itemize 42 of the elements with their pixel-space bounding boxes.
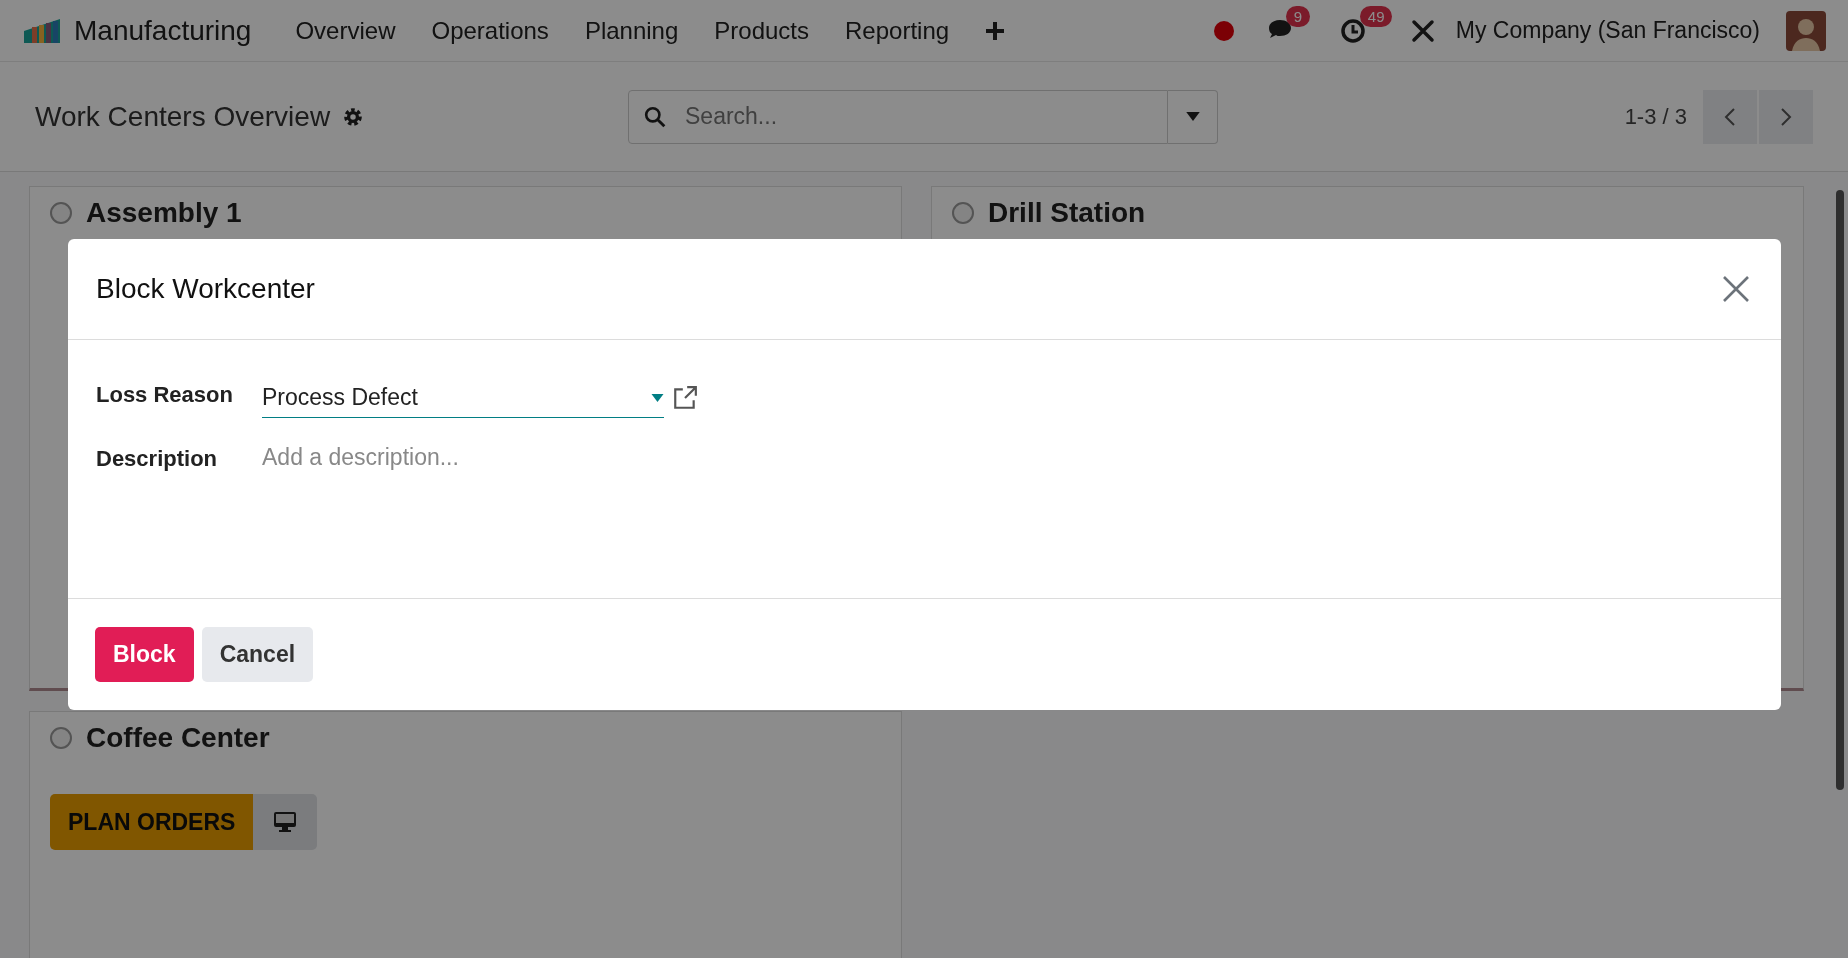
caret-icon [1185, 112, 1200, 121]
dialog-title: Block Workcenter [96, 273, 315, 305]
settings-icon[interactable] [342, 105, 365, 128]
menu-item[interactable]: Products [696, 16, 827, 45]
clock-icon[interactable] [1339, 17, 1366, 44]
caret-icon [651, 393, 664, 402]
menu-item[interactable]: Overview [277, 16, 414, 45]
work-center-name[interactable]: Coffee Center [86, 722, 270, 754]
radio-icon[interactable] [50, 727, 72, 749]
pager-value[interactable]: 1-3 / 3 [1624, 103, 1687, 130]
work-center-name[interactable]: Assembly 1 [86, 197, 242, 229]
user-avatar-icon[interactable] [1786, 10, 1826, 51]
search-icon [644, 105, 666, 128]
app-name[interactable]: Manufacturing [74, 14, 252, 47]
scrollbar[interactable] [1836, 190, 1844, 790]
plan-orders-button[interactable]: PLAN ORDERS [50, 794, 254, 850]
work-center-display-button[interactable] [253, 794, 318, 850]
chevron-left-icon [1724, 106, 1736, 127]
field-label: Loss Reason [96, 381, 234, 408]
company-name[interactable]: My Company (San Francisco) [1455, 17, 1760, 44]
radio-icon[interactable] [952, 202, 974, 224]
plus-icon[interactable] [985, 20, 1006, 41]
search-options-toggle[interactable] [1168, 89, 1218, 144]
menu-item[interactable]: Operations [413, 16, 567, 45]
search-field[interactable]: Search... [628, 89, 1168, 144]
chevron-right-icon [1780, 106, 1792, 127]
external-link-icon[interactable] [672, 385, 698, 411]
work-center-name[interactable]: Drill Station [988, 197, 1146, 229]
field-label: Description [96, 445, 219, 472]
activity-count-badge: 49 [1359, 5, 1393, 27]
message-count-badge: 9 [1285, 5, 1311, 27]
app-logo-icon[interactable] [22, 16, 62, 45]
close-icon [1723, 276, 1749, 302]
menu-item[interactable]: Reporting [827, 16, 968, 45]
loss-reason-dropdown[interactable]: Process Defect [262, 378, 664, 418]
block-button[interactable]: Block [95, 627, 194, 682]
status-dot-icon[interactable] [1213, 20, 1234, 41]
monitor-icon [272, 811, 299, 833]
page-title: Work Centers Overview [35, 100, 331, 133]
menu-item[interactable]: Planning [566, 16, 697, 45]
cancel-button[interactable]: Cancel [201, 627, 314, 682]
radio-icon[interactable] [50, 202, 72, 224]
